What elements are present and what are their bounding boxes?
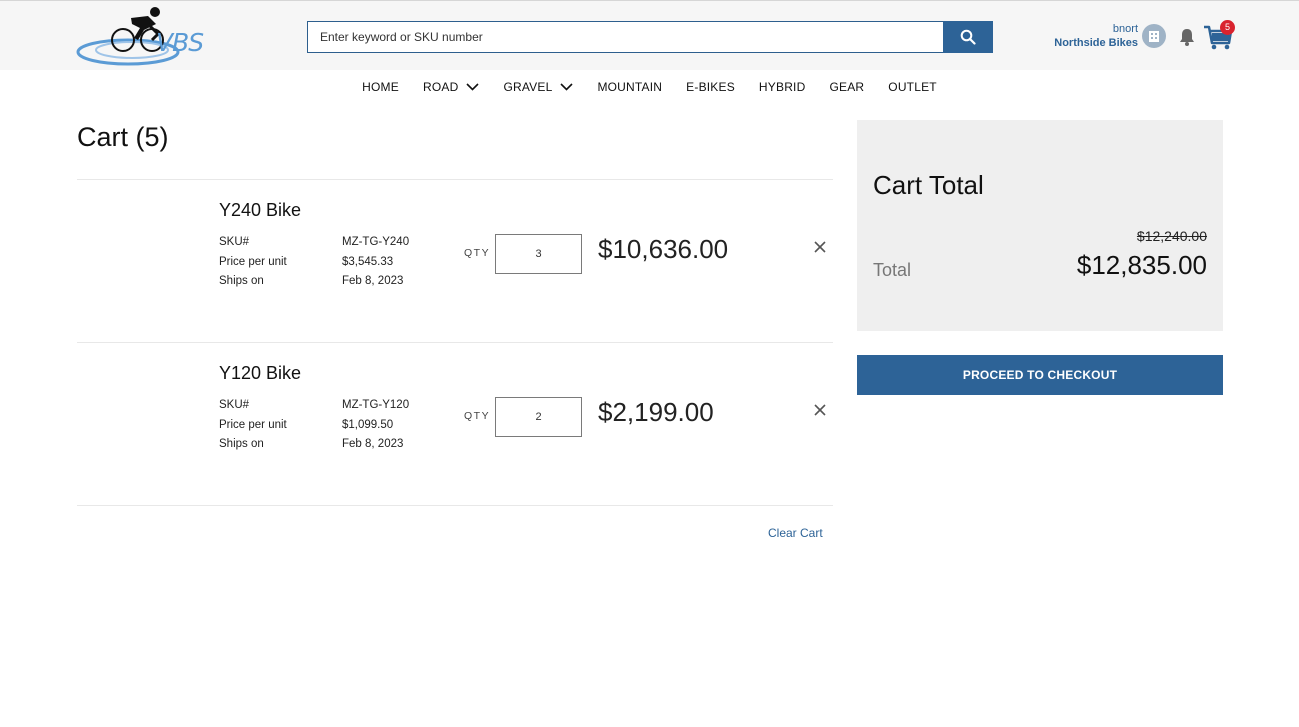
total-label: Total [873, 260, 912, 280]
qty-label: QTY [464, 410, 491, 422]
main-nav: HOME ROAD GRAVEL MOUNTAIN E-BIKES HYBRID GEAR O… [0, 78, 1299, 100]
nav-item-label: ROAD [422, 80, 459, 94]
ships-label: Ships on [219, 438, 264, 450]
nav-item-label: E-BIKES [686, 80, 735, 94]
item-name[interactable]: Y120 Bike [219, 363, 301, 384]
qty-input[interactable] [495, 234, 582, 274]
company-name: Northside Bikes [1054, 37, 1138, 49]
search-bar [307, 21, 993, 53]
qty-input[interactable] [495, 397, 582, 437]
nav-item-label: MOUNTAIN [597, 80, 663, 94]
nav-item-gear[interactable]: GEAR [829, 80, 864, 94]
sku-label: SKU# [219, 236, 250, 248]
cart-summary: Cart Total $12,240.00 Total $12,835.00 [857, 120, 1223, 331]
remove-item-close-icon[interactable] [813, 403, 827, 417]
price-label: Price per unit [219, 419, 287, 431]
nav-item-outlet[interactable]: OUTLET [888, 80, 937, 94]
nav-item-e-bikes[interactable]: E-BIKES [686, 80, 735, 94]
cart-item: Y240 Bike SKU# MZ-TG-Y240 Price per unit… [77, 180, 833, 342]
line-total: $10,636.00 [598, 234, 729, 264]
nav-item-label: GEAR [829, 80, 865, 94]
ships-value: Feb 8, 2023 [342, 438, 404, 450]
nav-item-mountain[interactable]: MOUNTAIN [597, 80, 662, 94]
search-button[interactable] [943, 21, 993, 53]
ships-label: Ships on [219, 275, 264, 287]
nav-item-label: HYBRID [758, 80, 806, 94]
vbs-logo[interactable]: VBS [76, 4, 206, 68]
logo-text: VBS [156, 28, 204, 57]
nav-item-home[interactable]: HOME [362, 80, 399, 94]
nav-item-label: HOME [362, 80, 399, 94]
ships-value: Feb 8, 2023 [342, 275, 404, 287]
cart-count-badge: 5 [1220, 20, 1235, 35]
qty-label: QTY [464, 247, 491, 259]
clear-cart-link[interactable]: Clear Cart [768, 526, 823, 540]
chevron-down-icon [466, 83, 480, 91]
account-info[interactable]: bnort Northside Bikes [1054, 22, 1138, 50]
nav-item-gravel[interactable]: GRAVEL [503, 80, 574, 94]
proceed-to-checkout-button[interactable]: PROCEED TO CHECKOUT [857, 355, 1223, 395]
nav-item-hybrid[interactable]: HYBRID [759, 80, 806, 94]
search-input[interactable] [307, 21, 944, 53]
line-total: $2,199.00 [598, 397, 714, 427]
nav-item-road[interactable]: ROAD [422, 80, 480, 94]
top-header: VBS bnort Northside Bikes [0, 0, 1299, 70]
remove-item-close-icon[interactable] [813, 240, 827, 254]
nav-item-label: OUTLET [888, 80, 937, 94]
bell-icon[interactable] [1177, 27, 1197, 47]
cart-item: Y120 Bike SKU# MZ-TG-Y120 Price per unit… [77, 343, 833, 505]
chevron-down-icon [560, 83, 574, 91]
nav-list: HOME ROAD GRAVEL MOUNTAIN E-BIKES HYBRID GEAR O… [362, 80, 937, 94]
sku-label: SKU# [219, 399, 250, 411]
user-name: bnort [1112, 23, 1138, 35]
sku-value: MZ-TG-Y120 [342, 399, 410, 411]
price-value: $1,099.50 [342, 419, 394, 431]
divider [77, 505, 833, 506]
sku-value: MZ-TG-Y240 [342, 236, 410, 248]
store-building-icon[interactable] [1142, 24, 1166, 48]
original-total: $12,240.00 [1136, 228, 1207, 244]
price-value: $3,545.33 [342, 256, 394, 268]
summary-title: Cart Total [873, 170, 984, 200]
cart-title: Cart (5) [77, 122, 169, 152]
search-icon [960, 29, 976, 45]
item-name[interactable]: Y240 Bike [219, 200, 301, 221]
price-label: Price per unit [219, 256, 287, 268]
nav-item-label: GRAVEL [503, 80, 553, 94]
total-value: $12,835.00 [1076, 250, 1207, 280]
